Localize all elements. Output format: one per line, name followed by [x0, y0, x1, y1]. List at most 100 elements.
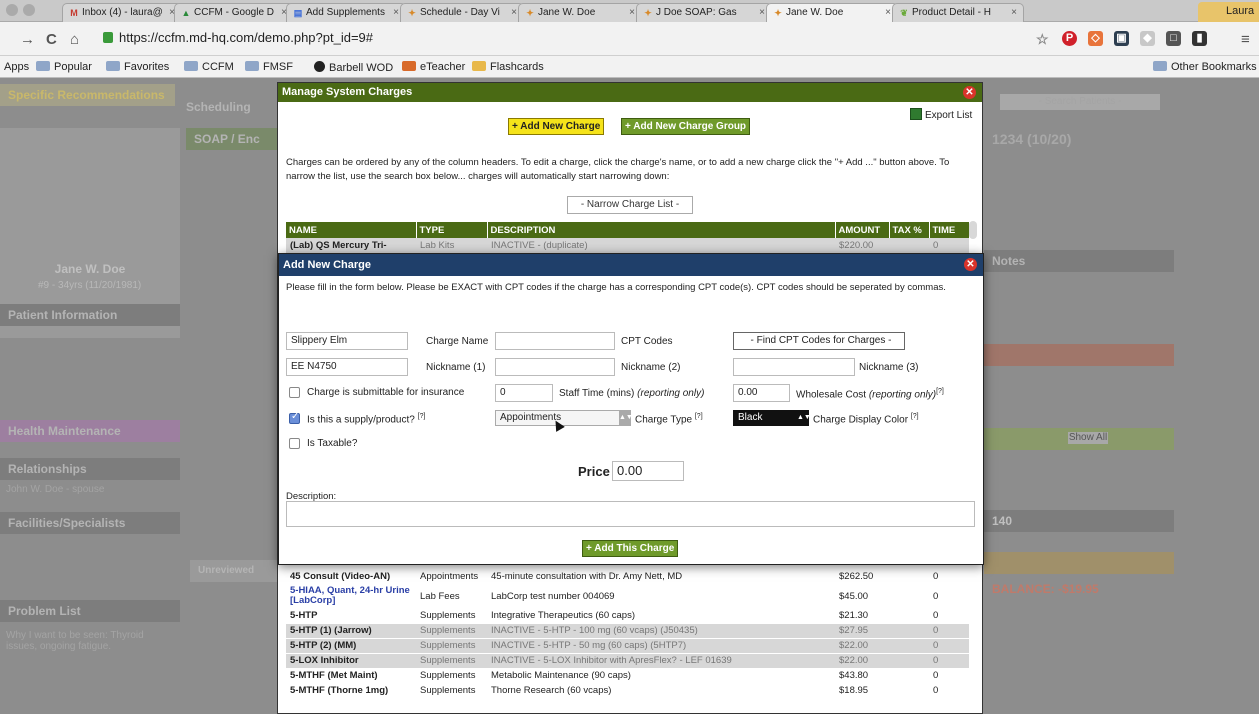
charge-name-input[interactable]: Slippery Elm — [286, 332, 408, 350]
charge-name-link[interactable]: (Lab) QS Mercury Tri- — [286, 238, 416, 254]
profile-button[interactable]: Laura — [1198, 2, 1259, 22]
extension-bookmark-icon[interactable]: ▮ — [1192, 31, 1207, 46]
browser-tab[interactable]: ✦ Jane W. Doe × — [766, 3, 898, 22]
pinterest-icon[interactable]: P — [1062, 31, 1077, 46]
price-input[interactable]: 0.00 — [612, 461, 684, 481]
nickname3-input[interactable] — [733, 358, 855, 376]
charge-name-link[interactable]: 5-HIAA, Quant, 24-hr Urine [LabCorp] — [286, 584, 416, 609]
display-color-select[interactable]: Black ▲▼ — [733, 410, 811, 426]
description-textarea[interactable] — [286, 501, 975, 527]
add-charge-group-button[interactable]: + Add New Charge Group — [621, 118, 751, 135]
tab-close-icon[interactable]: × — [759, 4, 765, 21]
tab-close-icon[interactable]: × — [511, 4, 517, 21]
charge-name-link[interactable]: 5-LOX Inhibitor — [286, 653, 416, 669]
staff-time-input[interactable]: 0 — [495, 384, 553, 402]
cell-description: INACTIVE - (duplicate) — [487, 238, 835, 254]
browser-tab[interactable]: ❦ Product Detail - H × — [892, 3, 1024, 22]
browser-tab[interactable]: ▤ Add Supplements × — [286, 3, 406, 22]
extension-dark-icon[interactable]: ▣ — [1114, 31, 1129, 46]
browser-tab[interactable]: ▲ CCFM - Google D × — [174, 3, 294, 22]
taxable-checkbox[interactable] — [289, 438, 300, 449]
table-row[interactable]: 5-MTHF (Met Maint) Supplements Metabolic M… — [286, 668, 969, 684]
bookmark-item[interactable]: eTeacher — [402, 61, 465, 73]
tab-close-icon[interactable]: × — [629, 4, 635, 21]
window-minimize-button[interactable] — [23, 4, 35, 16]
bookmark-label: eTeacher — [420, 61, 466, 73]
narrow-charge-list-input[interactable]: - Narrow Charge List - — [567, 196, 693, 214]
url-bar[interactable]: https://ccfm.md-hq.com/demo.php?pt_id=9# — [103, 30, 373, 45]
folder-icon — [36, 61, 50, 71]
bookmark-item[interactable]: FMSF — [245, 61, 293, 73]
export-list-link[interactable]: Export List — [910, 108, 972, 121]
bookmark-item[interactable]: Flashcards — [472, 61, 544, 73]
window-close-button[interactable] — [6, 4, 18, 16]
table-row[interactable]: 5-HTP (1) (Jarrow) Supplements INACTIVE - … — [286, 623, 969, 639]
browser-tab[interactable]: ✦ Schedule - Day Vi × — [400, 3, 524, 22]
insurance-checkbox[interactable] — [289, 387, 300, 398]
staff-time-label: Staff Time (mins) (reporting only) — [559, 388, 705, 399]
column-header[interactable]: TIME — [929, 222, 970, 238]
table-row[interactable]: 5-HTP Supplements Integrative Therapeutics… — [286, 608, 969, 624]
lock-icon — [103, 32, 113, 43]
browser-tab[interactable]: M Inbox (4) - laura@ × — [62, 3, 182, 22]
other-bookmarks[interactable]: Other Bookmarks — [1153, 61, 1257, 73]
table-row[interactable]: 5-LOX Inhibitor Supplements INACTIVE - 5-L… — [286, 653, 969, 669]
home-icon[interactable]: ⌂ — [70, 31, 79, 48]
drive-icon: ▲ — [181, 8, 191, 18]
bookmark-item[interactable]: Popular — [36, 61, 92, 73]
find-cpt-codes-button[interactable]: - Find CPT Codes for Charges - — [733, 332, 905, 350]
scrollbar[interactable] — [969, 221, 977, 239]
table-row[interactable]: 5-HIAA, Quant, 24-hr Urine [LabCorp] Lab … — [286, 584, 969, 609]
relationships-bar: Relationships — [0, 458, 180, 480]
cell-description: INACTIVE - 5-LOX Inhibitor with ApresFle… — [487, 653, 835, 669]
charge-name-link[interactable]: 45 Consult (Video-AN) — [286, 569, 416, 585]
cell-time: 0 — [929, 569, 969, 585]
table-row[interactable]: 45 Consult (Video-AN) Appointments 45-minu… — [286, 569, 969, 585]
column-header[interactable]: TYPE — [416, 222, 488, 238]
tab-close-icon[interactable]: × — [1011, 4, 1017, 21]
forward-icon[interactable]: → — [20, 31, 35, 48]
nickname2-input[interactable] — [495, 358, 615, 376]
mdhq-icon: ✦ — [526, 8, 534, 18]
column-header[interactable]: TAX % — [889, 222, 930, 238]
charge-name-link[interactable]: 5-HTP (2) (MM) — [286, 638, 416, 654]
bookmark-item[interactable]: CCFM — [184, 61, 234, 73]
charge-name-link[interactable]: 5-HTP — [286, 608, 416, 624]
bookmark-item[interactable]: Favorites — [106, 61, 169, 73]
browser-tab[interactable]: ✦ J Doe SOAP: Gas × — [636, 3, 772, 22]
extension-orange-icon[interactable]: ◇ — [1088, 31, 1103, 46]
close-icon[interactable]: ✕ — [963, 86, 976, 99]
menu-icon[interactable]: ≡ — [1241, 31, 1250, 48]
charge-name-link[interactable]: 5-MTHF (Met Maint) — [286, 668, 416, 684]
table-row[interactable]: 5-MTHF (Thorne 1mg) Supplements Thorne Res… — [286, 683, 969, 699]
bookmark-star-icon[interactable]: ☆ — [1036, 31, 1049, 48]
add-this-charge-button[interactable]: + Add This Charge — [582, 540, 679, 557]
browser-tab[interactable]: ✦ Jane W. Doe × — [518, 3, 642, 22]
window-controls — [6, 4, 35, 16]
column-header[interactable]: DESCRIPTION — [487, 222, 836, 238]
extension-square-icon[interactable]: □ — [1166, 31, 1181, 46]
wholesale-cost-input[interactable]: 0.00 — [733, 384, 790, 402]
bookmark-item[interactable]: Apps — [4, 61, 29, 73]
column-header[interactable]: AMOUNT — [835, 222, 890, 238]
table-row[interactable]: (Lab) QS Mercury Tri- Lab Kits INACTIVE - … — [286, 238, 969, 254]
nickname1-input[interactable]: EE N4750 — [286, 358, 408, 376]
cell-tax — [889, 668, 929, 684]
close-icon[interactable]: ✕ — [964, 258, 977, 271]
nickname3-label: Nickname (3) — [859, 362, 919, 373]
charge-name-link[interactable]: 5-MTHF (Thorne 1mg) — [286, 683, 416, 699]
tab-close-icon[interactable]: × — [885, 4, 891, 21]
add-new-charge-button[interactable]: + Add New Charge — [508, 118, 605, 135]
cell-amount: $22.00 — [835, 638, 889, 654]
health-maintenance-bar: Health Maintenance — [0, 420, 180, 442]
supply-product-checkbox[interactable] — [289, 411, 300, 424]
bookmark-item[interactable]: Barbell WOD — [314, 61, 393, 74]
tab-label: Add Supplements — [306, 7, 385, 18]
table-row[interactable]: 5-HTP (2) (MM) Supplements INACTIVE - 5-HT… — [286, 638, 969, 654]
cpt-codes-input[interactable] — [495, 332, 615, 350]
charge-name-link[interactable]: 5-HTP (1) (Jarrow) — [286, 623, 416, 639]
extension-gray-icon[interactable]: ◆ — [1140, 31, 1155, 46]
column-header[interactable]: NAME — [286, 222, 417, 238]
reload-icon[interactable]: C — [46, 31, 57, 48]
tab-close-icon[interactable]: × — [393, 4, 399, 21]
